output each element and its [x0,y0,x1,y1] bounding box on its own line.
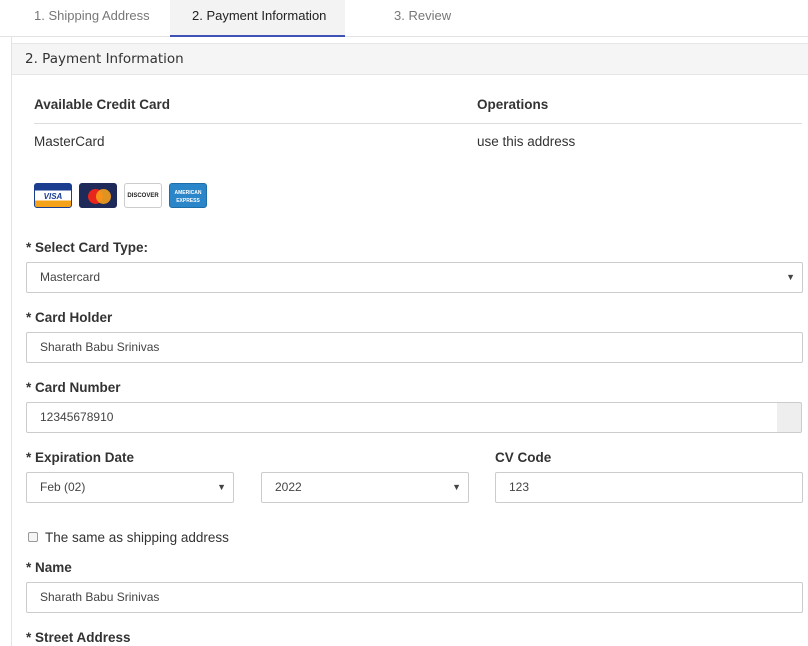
discover-logo: DISCOVER [124,183,162,208]
tab-payment-information[interactable]: 2. Payment Information [170,0,345,37]
discover-logo-text: DISCOVER [127,193,159,199]
card-type-value: Mastercard [40,270,101,284]
amex-logo-text: AMERICAN EXPRESS [174,190,202,204]
visa-logo: VISA [34,183,72,208]
tab-review[interactable]: 3. Review [394,0,451,37]
table-cell-card-name: MasterCard [34,134,105,149]
tab-shipping-address[interactable]: 1. Shipping Address [34,0,150,37]
column-header-operations: Operations [477,97,549,112]
payment-panel: 2. Payment Information Available Credit … [11,37,808,646]
expiration-date-label: * Expiration Date [26,450,135,465]
name-label: * Name [26,560,72,575]
card-number-label: * Card Number [26,380,121,395]
expiration-year-select[interactable]: 2022 ▼ [261,472,469,503]
chevron-down-icon: ▼ [452,482,461,492]
chevron-down-icon: ▼ [786,272,795,282]
card-number-addon [777,402,802,433]
visa-logo-text: VISA [43,192,63,201]
same-as-shipping-label[interactable]: The same as shipping address [45,530,229,545]
card-type-select[interactable]: Mastercard ▼ [26,262,803,293]
expiration-month-value: Feb (02) [40,480,86,494]
panel-title: 2. Payment Information [25,51,184,67]
checkout-steps: 1. Shipping Address 2. Payment Informati… [0,0,808,37]
cv-code-input[interactable]: 123 [495,472,803,503]
chevron-down-icon: ▼ [217,482,226,492]
cv-code-label: CV Code [495,450,552,465]
expiration-month-select[interactable]: Feb (02) ▼ [26,472,234,503]
name-input[interactable]: Sharath Babu Srinivas [26,582,803,613]
same-as-shipping-checkbox[interactable] [28,532,38,542]
mastercard-circle-orange [96,189,111,204]
use-this-address-link[interactable]: use this address [477,134,575,149]
card-holder-label: * Card Holder [26,310,113,325]
mastercard-logo [79,183,117,208]
amex-logo: AMERICAN EXPRESS [169,183,207,208]
card-holder-input[interactable]: Sharath Babu Srinivas [26,332,803,363]
expiration-year-value: 2022 [275,480,302,494]
card-number-input[interactable]: 12345678910 [26,402,778,433]
card-type-label: * Select Card Type: [26,240,149,255]
column-header-available-card: Available Credit Card [34,97,171,112]
panel-header: 2. Payment Information [12,43,808,75]
street-address-label: * Street Address [26,630,131,645]
table-divider [34,123,802,124]
